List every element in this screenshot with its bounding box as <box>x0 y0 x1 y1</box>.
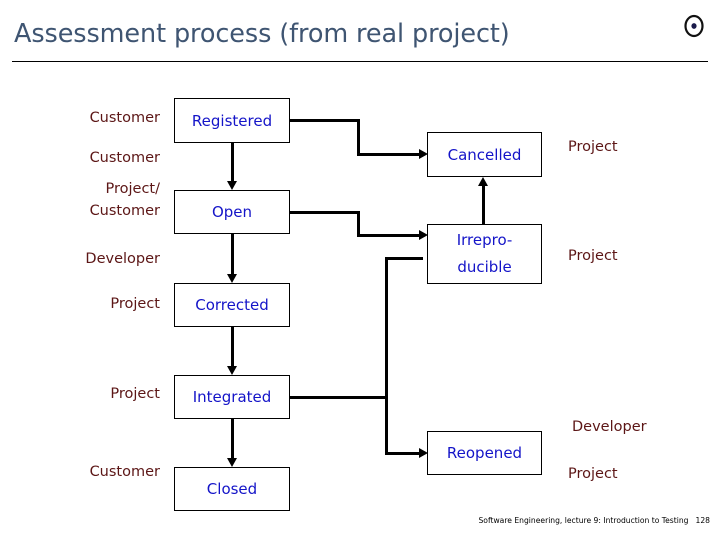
state-box-reopened[interactable]: Reopened <box>427 431 542 475</box>
role-label-corrected: Project <box>110 296 160 312</box>
connector-integrated-closed-v <box>231 418 234 460</box>
role-label-registered: Customer <box>89 110 160 126</box>
arrowhead-into-cancelled-bottom <box>478 177 488 186</box>
role-label-developer: Developer <box>85 251 160 267</box>
arrowhead-into-open <box>227 181 237 190</box>
slide-footer: Software Engineering, lecture 9: Introdu… <box>430 515 710 526</box>
arrowhead-into-integrated <box>227 366 237 375</box>
arrowhead-into-corrected <box>227 274 237 283</box>
state-label-irreproducible-line2: ducible <box>457 258 512 276</box>
connector-integrated-branch-h <box>289 396 388 399</box>
connector-integrated-reopened-h <box>385 452 420 455</box>
connector-irreproducible-cancelled-v <box>482 186 485 226</box>
footer-page-number: 128 <box>695 516 711 525</box>
role-label-irreproducible: Project <box>568 248 618 264</box>
footer-text: Software Engineering, lecture 9: Introdu… <box>478 516 689 525</box>
state-box-registered[interactable]: Registered <box>174 98 290 143</box>
state-label-irreproducible-line1: Irrepro- <box>456 231 513 249</box>
title-divider <box>12 61 708 62</box>
connector-corrected-integrated-v <box>231 326 234 368</box>
connector-registered-open-v <box>231 143 234 183</box>
state-box-irreproducible[interactable]: Irrepro- ducible <box>427 224 542 284</box>
state-label-registered: Registered <box>191 111 273 130</box>
connector-integrated-irreproducible-h <box>385 257 423 260</box>
state-label-closed: Closed <box>206 480 258 498</box>
connector-open-irreproducible-h1 <box>289 211 360 214</box>
role-label-cancelled: Project <box>568 139 618 155</box>
state-label-reopened: Reopened <box>446 444 523 462</box>
state-box-integrated[interactable]: Integrated <box>174 375 290 419</box>
role-label-reopened-project: Project <box>568 466 618 482</box>
connector-integrated-branch-v <box>385 257 388 455</box>
page-title: Assessment process (from real project) <box>14 19 510 49</box>
state-box-open[interactable]: Open <box>174 190 290 234</box>
arrowhead-into-closed <box>227 458 237 467</box>
state-label-open: Open <box>211 203 253 221</box>
role-label-reopened-developer: Developer <box>572 419 647 435</box>
connector-open-irreproducible-h2 <box>357 234 420 237</box>
state-label-integrated: Integrated <box>192 388 272 406</box>
state-box-cancelled[interactable]: Cancelled <box>427 132 542 177</box>
state-label-cancelled: Cancelled <box>447 145 522 164</box>
connector-open-corrected-v <box>231 233 234 275</box>
connector-registered-cancelled-v <box>357 119 360 156</box>
role-label-open-customer2: Customer <box>89 203 160 219</box>
connector-registered-cancelled-h1 <box>289 119 360 122</box>
state-label-corrected: Corrected <box>195 296 269 314</box>
state-box-corrected[interactable]: Corrected <box>174 283 290 327</box>
role-label-integrated: Project <box>110 386 160 402</box>
slide-canvas: Assessment process (from real project) C… <box>0 0 720 540</box>
disc-icon <box>684 14 704 38</box>
role-label-open-project: Project/ <box>105 181 161 197</box>
state-box-closed[interactable]: Closed <box>174 467 290 511</box>
role-label-closed: Customer <box>89 464 160 480</box>
connector-registered-cancelled-h2 <box>357 153 420 156</box>
role-label-open-customer: Customer <box>89 150 160 166</box>
